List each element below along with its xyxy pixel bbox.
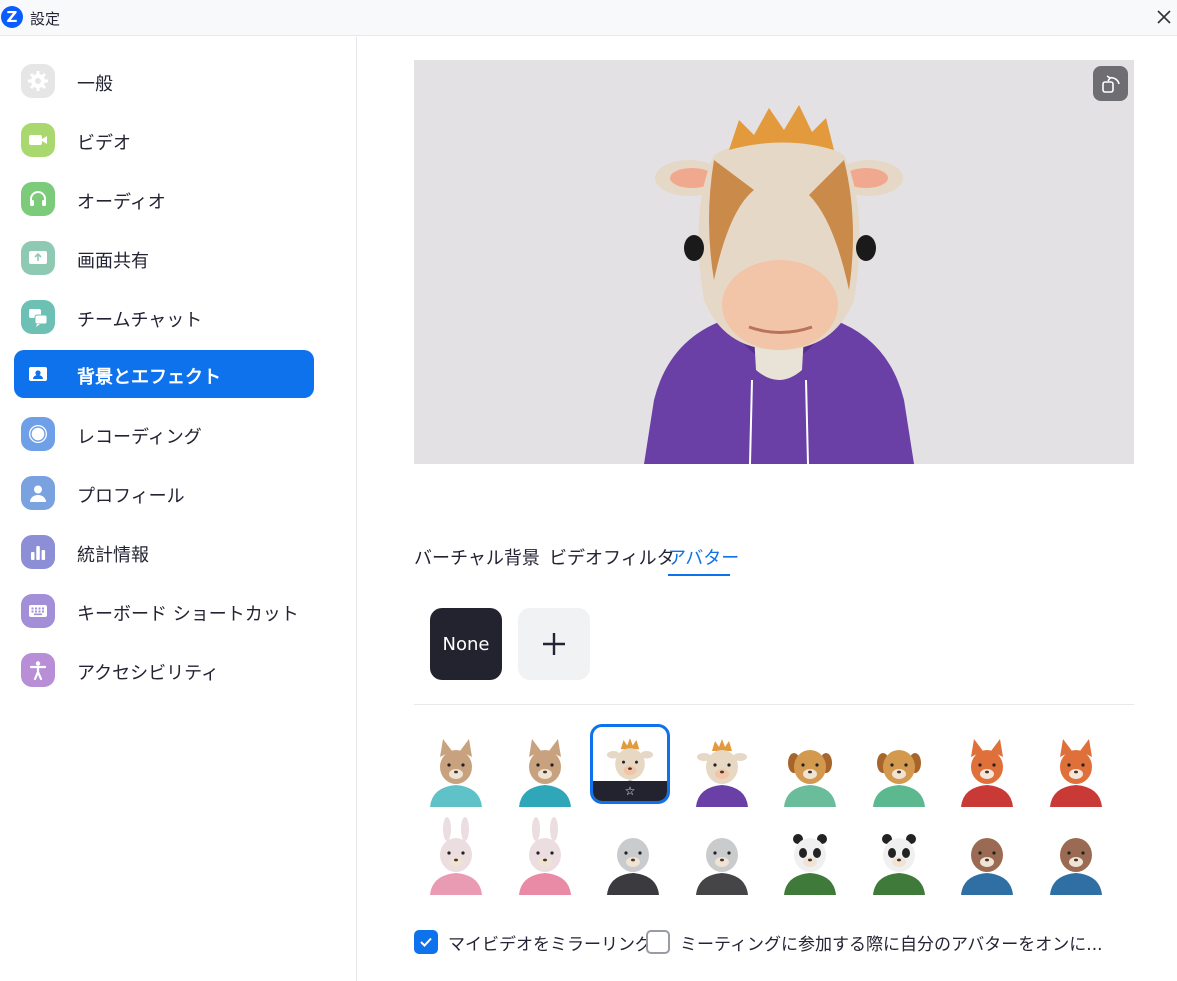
avatar-option-seal-1[interactable]	[593, 815, 673, 895]
avatar-option-panda-1[interactable]	[770, 815, 850, 895]
keyboard-icon	[21, 594, 55, 628]
mirror-video-label: マイビデオをミラーリング	[448, 934, 652, 955]
avatar-option-dog-2[interactable]	[859, 727, 939, 807]
sidebar-item-audio[interactable]: オーディオ	[14, 175, 314, 223]
sidebar-item-statistics[interactable]: 統計情報	[14, 528, 314, 576]
seal-avatar-icon	[607, 838, 659, 895]
tab-avatar[interactable]: アバター	[668, 544, 739, 570]
dog-avatar-icon	[872, 750, 925, 807]
sidebar-item-accessibility[interactable]: アクセシビリティ	[14, 646, 314, 694]
settings-sidebar: 一般 ビデオ オーディオ 画面共有 チームチャット 背景とエフェクト レコーディ…	[0, 37, 357, 981]
video-camera-icon	[21, 123, 55, 157]
sidebar-item-recording[interactable]: レコーディング	[14, 410, 314, 458]
rotate-preview-button[interactable]	[1093, 66, 1128, 101]
favorite-bar[interactable]: ☆	[593, 781, 667, 801]
zoom-logo-icon: Z	[1, 6, 23, 28]
avatar-option-cow-1[interactable]: ☆	[590, 724, 670, 804]
avatar-on-join-checkbox[interactable]	[646, 930, 670, 954]
sidebar-item-label: 画面共有	[77, 251, 149, 272]
sidebar-item-video[interactable]: ビデオ	[14, 116, 314, 164]
avatar-option-dog-1[interactable]	[770, 727, 850, 807]
plus-icon	[543, 633, 565, 655]
sidebar-item-label: 背景とエフェクト	[77, 367, 221, 388]
bar-chart-icon	[21, 535, 55, 569]
mirror-video-checkbox[interactable]	[414, 930, 438, 954]
chat-bubbles-icon	[21, 300, 55, 334]
rabbit-avatar-icon	[430, 817, 482, 895]
fox-avatar-icon	[961, 739, 1013, 807]
window-title: 設定	[30, 10, 61, 28]
mirror-video-option[interactable]: マイビデオをミラーリング	[414, 930, 652, 955]
rabbit-avatar-icon	[518, 817, 571, 895]
otter-avatar-icon	[961, 838, 1013, 895]
avatar-on-join-label: ミーティングに参加する際に自分のアバターをオンに...	[680, 934, 1103, 955]
cow-avatar-icon	[695, 739, 748, 807]
panda-avatar-icon	[784, 834, 836, 895]
sidebar-item-label: チームチャット	[77, 310, 203, 331]
sidebar-item-label: プロフィール	[77, 486, 185, 507]
sidebar-item-background-effects[interactable]: 背景とエフェクト	[14, 350, 314, 398]
otter-avatar-icon	[1049, 838, 1102, 895]
divider	[414, 704, 1134, 705]
background-effects-panel: バーチャル背景 ビデオフィルタ アバター None ☆ マイビデオをミラーリング…	[358, 37, 1177, 981]
avatar-option-fox-1[interactable]	[947, 727, 1027, 807]
fox-avatar-icon	[1049, 739, 1102, 807]
sidebar-item-label: レコーディング	[77, 427, 202, 448]
avatar-option-fox-2[interactable]	[1036, 727, 1116, 807]
checkmark-icon	[420, 937, 432, 947]
screen-share-icon	[21, 241, 55, 275]
close-icon	[1157, 10, 1171, 24]
avatar-option-cat-2[interactable]	[505, 727, 585, 807]
sidebar-item-label: ビデオ	[77, 133, 131, 154]
tab-video-filter[interactable]: ビデオフィルタ	[549, 544, 675, 570]
cow-avatar-preview	[644, 105, 914, 464]
avatar-option-panda-2[interactable]	[859, 815, 939, 895]
star-outline-icon: ☆	[624, 784, 636, 798]
no-avatar-label: None	[442, 633, 490, 655]
sidebar-item-label: キーボード ショートカット	[77, 604, 299, 625]
sidebar-item-label: オーディオ	[77, 192, 166, 213]
sidebar-item-screen-share[interactable]: 画面共有	[14, 234, 314, 282]
sidebar-item-general[interactable]: 一般	[14, 57, 314, 105]
avatar-option-rabbit-1[interactable]	[416, 815, 496, 895]
video-preview	[414, 60, 1134, 464]
avatar-on-join-option[interactable]: ミーティングに参加する際に自分のアバターをオンに...	[646, 930, 1103, 955]
dog-avatar-icon	[784, 750, 836, 807]
avatar-option-otter-2[interactable]	[1036, 815, 1116, 895]
no-avatar-button[interactable]: None	[430, 608, 502, 680]
avatar-option-seal-2[interactable]	[682, 815, 762, 895]
tab-virtual-background[interactable]: バーチャル背景	[414, 544, 540, 570]
sidebar-item-label: 一般	[77, 74, 113, 95]
avatar-option-rabbit-2[interactable]	[505, 815, 585, 895]
cat-avatar-icon	[518, 739, 571, 807]
seal-avatar-icon	[695, 838, 748, 895]
close-button[interactable]	[1151, 4, 1177, 30]
panda-avatar-icon	[872, 834, 925, 895]
sidebar-item-keyboard-shortcuts[interactable]: キーボード ショートカット	[14, 587, 314, 635]
title-bar: Z 設定	[0, 0, 1177, 36]
rotate-camera-icon	[1101, 74, 1120, 93]
add-avatar-button[interactable]	[518, 608, 590, 680]
accessibility-icon	[21, 653, 55, 687]
sidebar-item-label: 統計情報	[77, 545, 149, 566]
avatar-option-cow-2[interactable]	[682, 727, 762, 807]
avatar-option-cat-1[interactable]	[416, 727, 496, 807]
user-profile-icon	[21, 476, 55, 510]
avatar-option-otter-1[interactable]	[947, 815, 1027, 895]
cat-avatar-icon	[430, 739, 482, 807]
record-circle-icon	[21, 417, 55, 451]
background-portrait-icon	[21, 357, 55, 391]
gear-icon	[21, 64, 55, 98]
sidebar-item-label: アクセシビリティ	[77, 663, 220, 684]
headphones-icon	[21, 182, 55, 216]
sidebar-item-profile[interactable]: プロフィール	[14, 469, 314, 517]
active-tab-indicator	[668, 574, 730, 576]
sidebar-item-team-chat[interactable]: チームチャット	[14, 293, 314, 341]
